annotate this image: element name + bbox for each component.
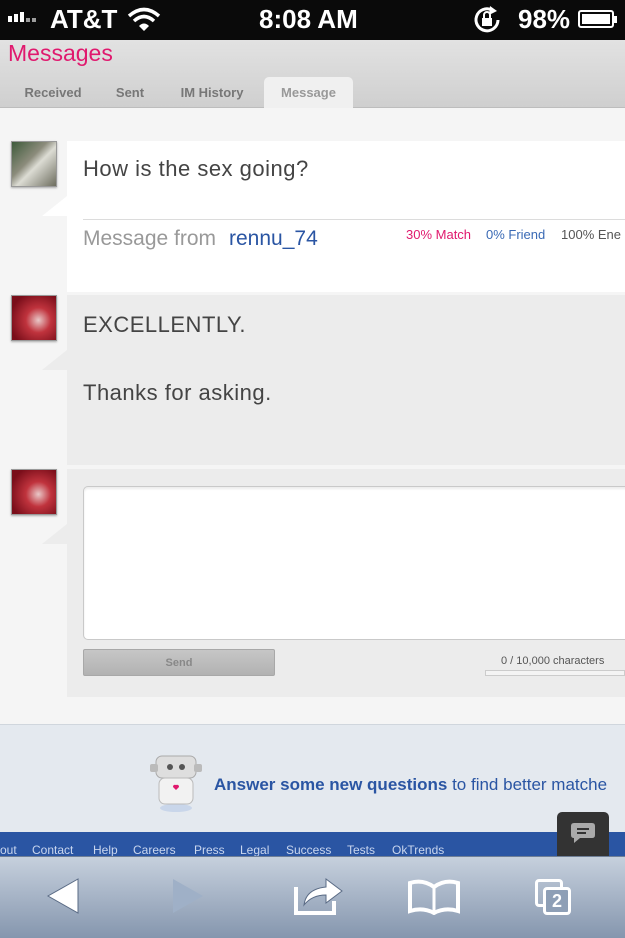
footer-link-careers[interactable]: Careers [133, 843, 176, 856]
match-percent: 30% Match [406, 227, 472, 242]
footer-link-help[interactable]: Help [93, 843, 118, 856]
tab-message[interactable]: Message [264, 77, 353, 108]
my-avatar[interactable] [11, 469, 57, 515]
message-input[interactable] [83, 486, 625, 640]
sender-avatar[interactable] [11, 141, 57, 187]
divider [83, 219, 625, 220]
bubble-pointer [42, 524, 67, 544]
battery-percent: 98% [518, 4, 571, 34]
tab-sent[interactable]: Sent [104, 77, 156, 108]
status-bar: AT&T 8:08 AM 98% [0, 0, 625, 40]
friend-percent: 0% Friend [486, 227, 546, 242]
bookmarks-icon[interactable] [407, 879, 461, 915]
tab-im-history[interactable]: IM History [166, 77, 258, 108]
robot-mascot-icon [150, 755, 202, 812]
reply-line-2: Thanks for asking. [83, 380, 272, 405]
from-label: Message from [83, 227, 217, 250]
signal-strength-icon [8, 12, 36, 22]
rotation-lock-icon [474, 6, 500, 33]
footer-link-oktrends[interactable]: OkTrends [392, 843, 444, 856]
sender-username-link[interactable]: rennu_74 [229, 227, 318, 251]
footer-link-legal[interactable]: Legal [240, 843, 269, 856]
footer-link-press[interactable]: Press [194, 843, 225, 856]
content-gap [0, 108, 625, 142]
bubble-pointer [42, 196, 67, 216]
wifi-icon [127, 7, 161, 31]
footer-link-about[interactable]: out [0, 843, 17, 856]
tab-received[interactable]: Received [12, 77, 94, 108]
chat-bubble-icon [571, 823, 595, 843]
tabs-button[interactable]: 2 [535, 879, 571, 915]
footer-link-success[interactable]: Success [286, 843, 331, 856]
message-text: How is the sex going? [83, 156, 309, 181]
reply-line-1: EXCELLENTLY. [83, 312, 246, 337]
carrier-label: AT&T [50, 4, 118, 34]
browser-toolbar: 2 [0, 856, 625, 938]
clock-label: 8:08 AM [259, 4, 358, 34]
promo-text: Answer some new questions to find better… [214, 775, 607, 795]
send-button[interactable]: Send [83, 649, 275, 676]
character-progress-bar [485, 670, 625, 676]
page-title: Messages [8, 40, 113, 66]
back-arrow-icon[interactable] [46, 877, 80, 915]
bubble-pointer [42, 350, 67, 370]
share-icon[interactable] [292, 873, 344, 915]
my-avatar[interactable] [11, 295, 57, 341]
answer-questions-link[interactable]: Answer some new questions [214, 775, 447, 794]
footer-link-tests[interactable]: Tests [347, 843, 375, 856]
promo-rest: to find better matche [452, 775, 608, 794]
enemy-percent: 100% Ene [561, 227, 621, 242]
battery-icon [578, 10, 617, 28]
character-count: 0 / 10,000 characters [501, 655, 605, 667]
tabs-count: 2 [543, 887, 571, 915]
forward-arrow-icon[interactable] [171, 877, 205, 915]
chat-button[interactable] [557, 812, 609, 856]
footer-links: out Contact Help Careers Press Legal Suc… [0, 832, 625, 856]
footer-link-contact[interactable]: Contact [32, 843, 73, 856]
